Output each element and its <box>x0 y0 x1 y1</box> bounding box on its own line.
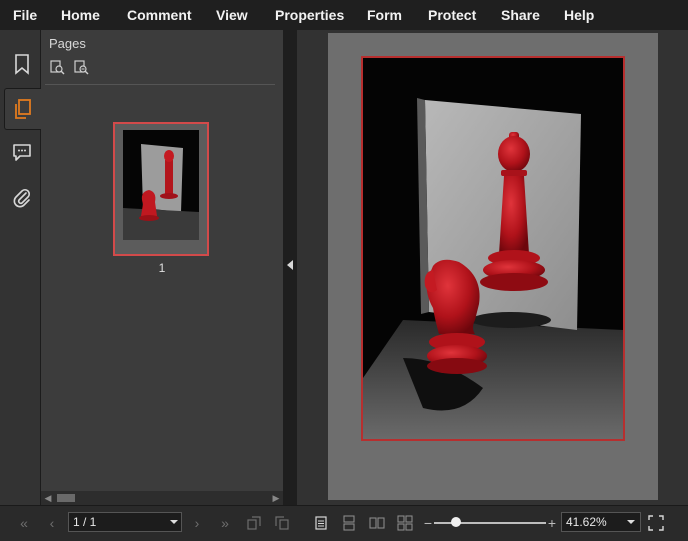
pages-icon <box>15 99 31 119</box>
next-view-icon[interactable] <box>273 514 291 532</box>
status-bar: « ‹ 1 / 1 › » − + 41.62% <box>0 505 688 541</box>
menu-home[interactable]: Home <box>61 0 100 30</box>
panel-splitter[interactable] <box>283 30 297 505</box>
thumbnail-image <box>123 130 199 240</box>
page-dropdown-icon[interactable] <box>170 520 178 524</box>
attachments-button[interactable] <box>4 178 40 218</box>
thumbnails-horizontal-scrollbar[interactable]: ◀ ▶ <box>41 491 283 505</box>
continuous-view-icon[interactable] <box>340 514 358 532</box>
zoom-in-thumbnails-icon <box>50 60 65 75</box>
facing-view-icon[interactable] <box>368 514 386 532</box>
scrollbar-thumb[interactable] <box>57 494 75 502</box>
panel-title: Pages <box>49 36 86 51</box>
zoom-out-thumbnails-button[interactable] <box>74 60 92 78</box>
continuous-facing-view-icon[interactable] <box>396 514 414 532</box>
attachment-icon <box>13 188 31 208</box>
pages-panel: Pages 1 ◀ ▶ <box>41 30 283 505</box>
collapse-panel-icon[interactable] <box>287 260 293 270</box>
bookmarks-button[interactable] <box>4 44 40 84</box>
page-number-field[interactable]: 1 / 1 <box>68 512 182 532</box>
pages-button[interactable] <box>4 88 41 130</box>
document-page <box>328 33 658 500</box>
comments-button[interactable] <box>4 132 40 172</box>
first-page-icon[interactable]: « <box>15 514 33 532</box>
single-page-view-icon[interactable] <box>312 514 330 532</box>
document-viewer[interactable] <box>297 30 688 505</box>
menu-help[interactable]: Help <box>564 0 594 30</box>
scroll-left-icon[interactable]: ◀ <box>41 491 55 505</box>
zoom-level-value: 41.62% <box>566 515 607 529</box>
menu-view[interactable]: View <box>216 0 248 30</box>
menu-share[interactable]: Share <box>501 0 540 30</box>
bookmark-icon <box>15 54 29 75</box>
zoom-in-thumbnails-button[interactable] <box>50 60 68 78</box>
last-page-icon[interactable]: » <box>216 514 234 532</box>
chess-photo <box>363 58 623 439</box>
document-photo <box>361 56 625 441</box>
menu-comment[interactable]: Comment <box>127 0 192 30</box>
page-number-value: 1 / 1 <box>73 515 97 529</box>
zoom-slider-handle[interactable] <box>451 517 461 527</box>
page-thumbnail[interactable] <box>113 122 209 256</box>
menu-properties[interactable]: Properties <box>275 0 344 30</box>
scroll-right-icon[interactable]: ▶ <box>269 491 283 505</box>
panel-divider <box>45 84 275 85</box>
full-screen-icon[interactable] <box>647 514 665 532</box>
comments-icon <box>13 144 31 161</box>
menu-form[interactable]: Form <box>367 0 402 30</box>
previous-page-icon[interactable]: ‹ <box>43 514 61 532</box>
sidebar-rail <box>0 30 41 505</box>
thumbnail-page-number: 1 <box>158 261 166 275</box>
previous-view-icon[interactable] <box>245 514 263 532</box>
zoom-out-thumbnails-icon <box>74 60 89 75</box>
zoom-dropdown-icon[interactable] <box>627 520 635 524</box>
menu-file[interactable]: File <box>13 0 37 30</box>
menu-bar: File Home Comment View Properties Form P… <box>0 0 688 31</box>
next-page-icon[interactable]: › <box>188 514 206 532</box>
zoom-in-icon[interactable]: + <box>543 514 561 532</box>
zoom-level-field[interactable]: 41.62% <box>561 512 641 532</box>
menu-protect[interactable]: Protect <box>428 0 476 30</box>
